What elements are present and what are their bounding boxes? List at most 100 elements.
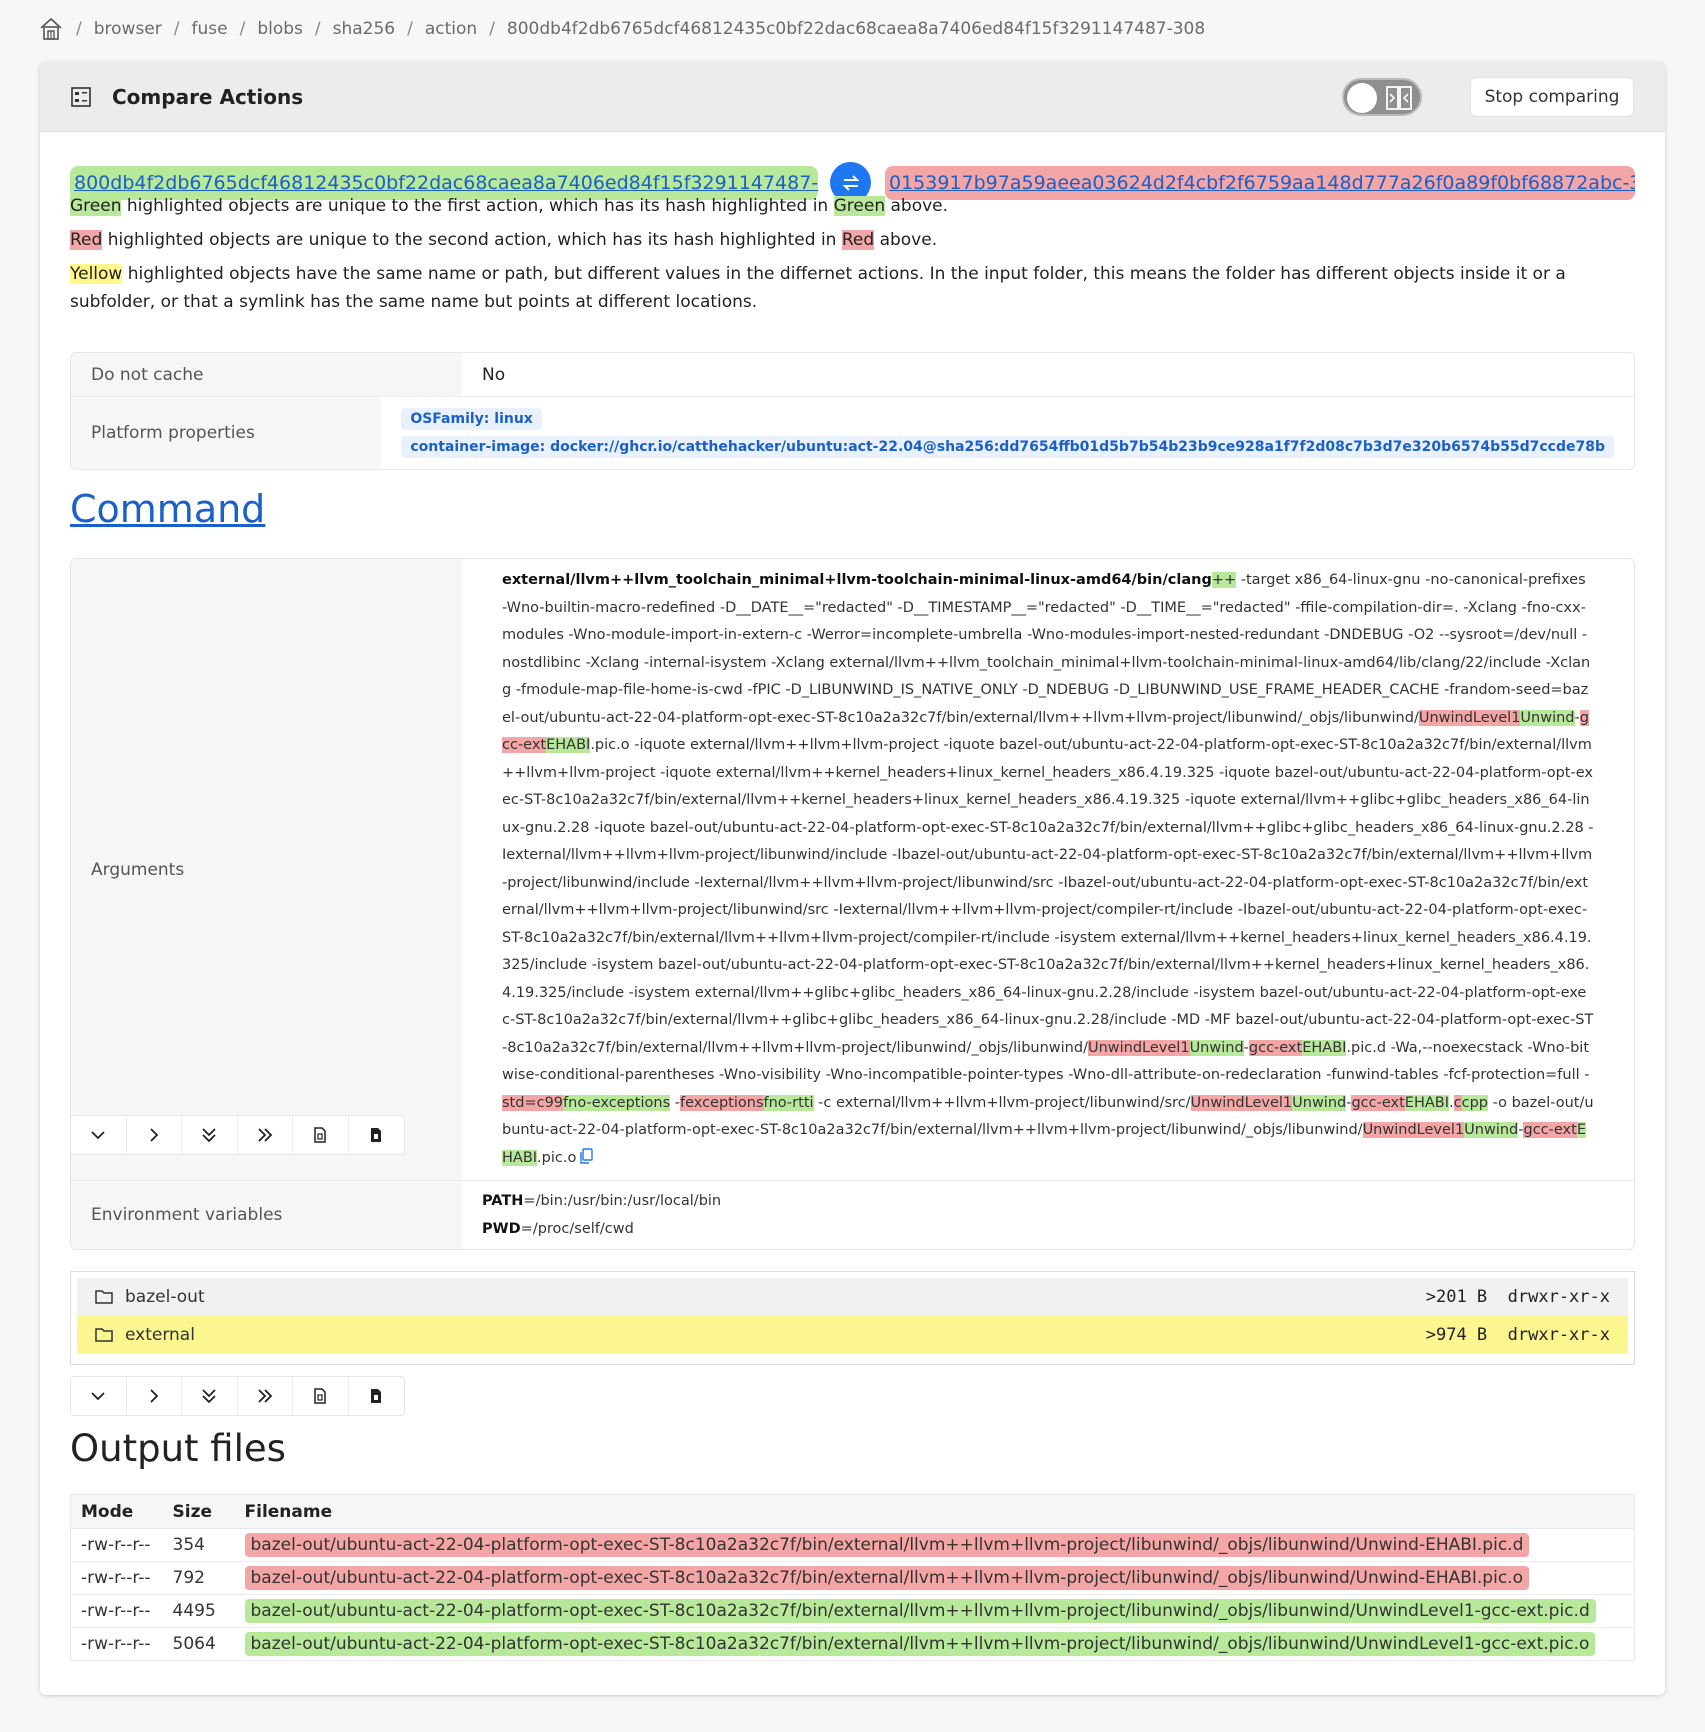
output-files-heading: Output files bbox=[70, 1427, 286, 1470]
file-download-icon bbox=[371, 1128, 382, 1142]
output-table-header: Mode Size Filename bbox=[70, 1494, 1635, 1529]
tree-row-bazel-out[interactable]: bazel-out >201 B drwxr-xr-x bbox=[77, 1278, 1628, 1316]
output-filename[interactable]: bazel-out/ubuntu-act-22-04-platform-opt-… bbox=[244, 1566, 1529, 1590]
arg-segment-first-only: Unwind bbox=[1189, 1039, 1244, 1056]
compare-mode-toggle[interactable] bbox=[1342, 78, 1422, 116]
tree-item-mode: drwxr-xr-x bbox=[1507, 1325, 1610, 1345]
env-var: PATH=/bin:/usr/bin:/usr/local/bin bbox=[482, 1187, 1614, 1215]
legend-green-word-2: Green bbox=[833, 196, 886, 216]
platform-property-badge: container-image: docker://ghcr.io/catthe… bbox=[401, 436, 1614, 458]
collapse-button[interactable] bbox=[71, 1116, 127, 1154]
arguments-label: Arguments bbox=[71, 559, 462, 1180]
legend-red-text: highlighted objects are unique to the se… bbox=[102, 230, 842, 250]
expand-button[interactable] bbox=[127, 1116, 182, 1154]
environment-label: Environment variables bbox=[71, 1181, 462, 1249]
compare-icon bbox=[71, 86, 91, 107]
download-tree-button[interactable] bbox=[349, 1377, 405, 1415]
arg-segment-first-only: fno-rtti bbox=[763, 1094, 814, 1111]
tree-toolbar-top bbox=[70, 1115, 405, 1155]
legend-yellow-text: highlighted objects have the same name o… bbox=[70, 264, 1566, 312]
property-key: Do not cache bbox=[71, 353, 462, 396]
property-row-do-not-cache: Do not cache No bbox=[71, 353, 1634, 397]
arg-segment-second-only: gcc-ext bbox=[1248, 1039, 1303, 1056]
arg-segment-second-only: gcc-ext bbox=[1523, 1122, 1577, 1138]
command-heading-link[interactable]: Command bbox=[70, 487, 265, 531]
breadcrumb-item-blobs[interactable]: blobs bbox=[257, 19, 303, 39]
breadcrumb-item-action[interactable]: action bbox=[425, 19, 477, 39]
download-tree-button[interactable] bbox=[349, 1116, 405, 1154]
collapse-all-button[interactable] bbox=[182, 1116, 238, 1154]
output-filename-cell: bazel-out/ubuntu-act-22-04-platform-opt-… bbox=[234, 1561, 1635, 1595]
arg-segment: .pic.o -iquote external/llvm++llvm+llvm-… bbox=[502, 737, 1594, 1056]
tree-item-meta: >974 B drwxr-xr-x bbox=[1426, 1325, 1610, 1345]
env-var: PWD=/proc/self/cwd bbox=[482, 1215, 1614, 1243]
env-value: =/bin:/usr/bin:/usr/local/bin bbox=[523, 1193, 722, 1209]
copy-tree-button[interactable] bbox=[293, 1116, 349, 1154]
collapse-all-button[interactable] bbox=[182, 1377, 238, 1415]
arg-segment-second-only: UnwindLevel1 bbox=[1362, 1122, 1465, 1138]
breadcrumb: / browser / fuse / blobs / sha256 / acti… bbox=[38, 16, 1205, 42]
property-value: No bbox=[482, 364, 506, 385]
home-icon[interactable] bbox=[38, 16, 64, 42]
output-filename-cell: bazel-out/ubuntu-act-22-04-platform-opt-… bbox=[234, 1594, 1635, 1628]
legend-red-word-2: Red bbox=[841, 230, 875, 250]
toggle-knob bbox=[1347, 83, 1377, 113]
arg-segment-second-only: c bbox=[1453, 1094, 1462, 1111]
arg-segment-second-only: gcc-ext bbox=[1351, 1094, 1405, 1111]
tree-row-external[interactable]: external >974 B drwxr-xr-x bbox=[77, 1316, 1628, 1354]
environment-value: PATH=/bin:/usr/bin:/usr/local/bin PWD=/p… bbox=[462, 1181, 1634, 1249]
arg-segment-first-only: Unwind bbox=[1464, 1122, 1519, 1138]
output-size: 4495 bbox=[162, 1594, 235, 1628]
output-mode: -rw-r--r-- bbox=[70, 1561, 163, 1595]
breadcrumb-separator: / bbox=[407, 19, 413, 39]
tree-toolbar-bottom bbox=[70, 1376, 405, 1416]
arg-segment-first-only: fno-exceptions bbox=[563, 1094, 671, 1111]
env-value: =/proc/self/cwd bbox=[520, 1221, 634, 1237]
output-mode: -rw-r--r-- bbox=[70, 1594, 163, 1628]
arg-segment-second-only: std=c99 bbox=[502, 1094, 564, 1111]
arg-segment-first-only: cpp bbox=[1461, 1094, 1488, 1111]
legend-green: Green highlighted objects are unique to … bbox=[70, 192, 1635, 220]
tree-item-mode: drwxr-xr-x bbox=[1507, 1287, 1610, 1307]
arg-segment: - bbox=[1574, 709, 1580, 726]
arguments-value: external/llvm++llvm_toolchain_minimal+ll… bbox=[462, 559, 1634, 1180]
arg-segment: external/llvm++llvm_toolchain_minimal+ll… bbox=[502, 572, 1212, 588]
copy-tree-button[interactable] bbox=[293, 1377, 349, 1415]
arguments-text: external/llvm++llvm_toolchain_minimal+ll… bbox=[482, 559, 1614, 1180]
output-filename[interactable]: bazel-out/ubuntu-act-22-04-platform-opt-… bbox=[244, 1599, 1596, 1623]
legend-yellow-word: Yellow bbox=[70, 264, 123, 284]
card-header: Compare Actions Stop comparing bbox=[40, 62, 1665, 132]
expand-all-button[interactable] bbox=[238, 1116, 293, 1154]
legend-red: Red highlighted objects are unique to th… bbox=[70, 226, 1635, 254]
output-filename[interactable]: bazel-out/ubuntu-act-22-04-platform-opt-… bbox=[244, 1632, 1596, 1656]
env-key: PWD bbox=[482, 1221, 521, 1237]
stop-comparing-button[interactable]: Stop comparing bbox=[1470, 77, 1634, 117]
output-filename-cell: bazel-out/ubuntu-act-22-04-platform-opt-… bbox=[234, 1627, 1635, 1661]
output-size: 5064 bbox=[162, 1627, 235, 1661]
output-size: 792 bbox=[162, 1561, 235, 1595]
output-mode: -rw-r--r-- bbox=[70, 1627, 163, 1661]
legend-red-end: above. bbox=[874, 230, 938, 250]
copy-icon[interactable] bbox=[580, 1147, 594, 1164]
column-header-size: Size bbox=[162, 1494, 235, 1529]
compare-actions-card: Compare Actions Stop comparing 800db4f2d… bbox=[40, 62, 1665, 1695]
platform-property-badge: OSFamily: linux bbox=[401, 408, 542, 430]
arg-segment-first-only: Unwind bbox=[1292, 1094, 1347, 1111]
arg-segment: -c external/llvm++llvm+llvm-project/libu… bbox=[813, 1094, 1191, 1111]
output-filename[interactable]: bazel-out/ubuntu-act-22-04-platform-opt-… bbox=[244, 1533, 1530, 1557]
expand-button[interactable] bbox=[127, 1377, 182, 1415]
arguments-row: Arguments external/llvm++llvm_toolchain_… bbox=[71, 559, 1634, 1181]
folder-icon bbox=[95, 1328, 113, 1342]
legend-yellow: Yellow highlighted objects have the same… bbox=[70, 260, 1635, 316]
collapse-button[interactable] bbox=[71, 1377, 127, 1415]
breadcrumb-item-browser[interactable]: browser bbox=[94, 19, 162, 39]
tree-item-size: >974 B bbox=[1425, 1325, 1488, 1345]
breadcrumb-item-fuse[interactable]: fuse bbox=[192, 19, 228, 39]
breadcrumb-item-sha256[interactable]: sha256 bbox=[333, 19, 396, 39]
legend-green-end: above. bbox=[885, 196, 949, 216]
arg-segment: . bbox=[1449, 1094, 1454, 1111]
action-properties-table: Do not cache No Platform properties OSFa… bbox=[70, 352, 1635, 470]
tree-item-meta: >201 B drwxr-xr-x bbox=[1426, 1287, 1610, 1307]
expand-all-button[interactable] bbox=[238, 1377, 293, 1415]
legend-red-word: Red bbox=[70, 230, 103, 250]
